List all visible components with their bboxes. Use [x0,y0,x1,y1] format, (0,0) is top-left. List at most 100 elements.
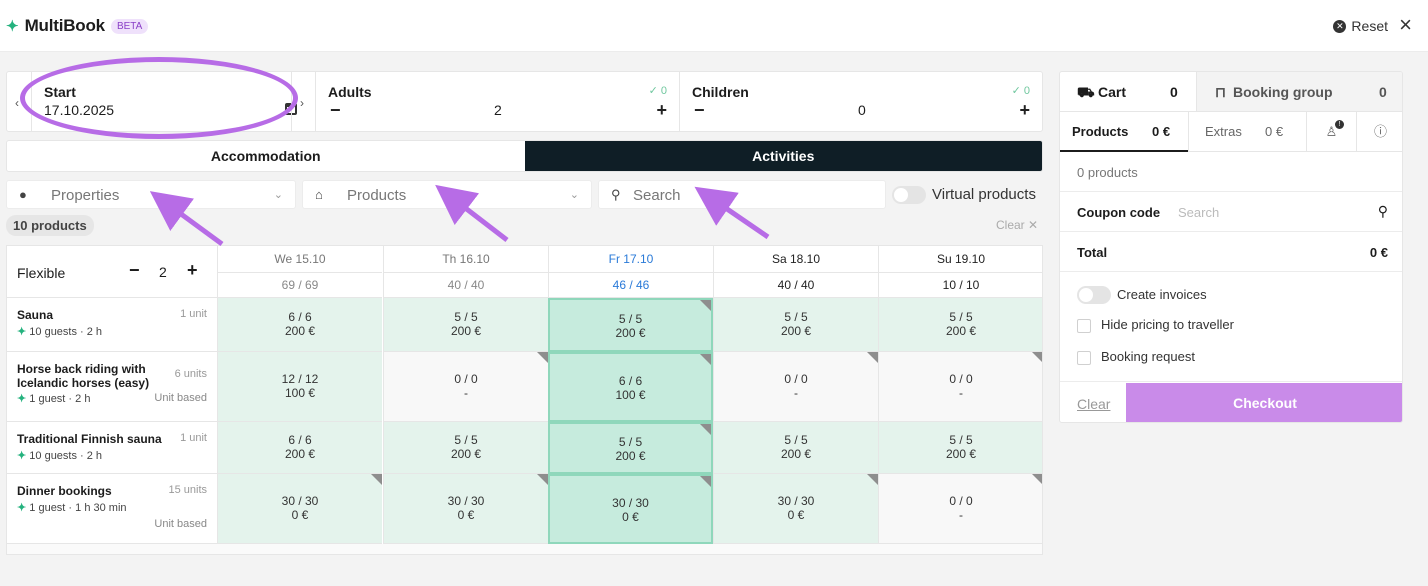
availability-cell[interactable]: 6 / 6 200 € [217,422,382,474]
day-header[interactable]: Sa 18.10 [713,246,878,273]
cell-availability: 30 / 30 [777,494,815,508]
availability-cell[interactable]: 5 / 5 200 € [383,298,548,352]
availability-cell[interactable]: 0 / 0- [383,352,548,422]
cart-panel: ⛟ Cart 0 ⊓ Booking group 0 Products 0 € … [1059,71,1403,423]
search-input[interactable]: ⚲ Search [598,180,886,209]
search-icon[interactable]: ⚲ [1378,203,1388,220]
tab-products[interactable]: Products 0 € [1060,112,1188,152]
hide-pricing-checkbox[interactable] [1077,319,1091,333]
close-icon[interactable]: × [1399,12,1412,38]
total-value: 0 € [1369,245,1388,260]
adults-value[interactable]: 2 [494,102,502,118]
corner-marker [700,354,711,365]
availability-cell[interactable]: 5 / 5 200 € [878,422,1042,474]
arrow-to-properties [149,191,224,247]
chevron-right-icon: › [300,96,304,110]
availability-cell[interactable]: 0 / 0- [878,474,1042,544]
day-header[interactable]: We 15.10 [217,246,382,273]
cell-availability: 30 / 30 [612,496,649,510]
sparkle-icon: ✦ [17,502,30,514]
tab-booking-group[interactable]: ⊓ Booking group 0 [1196,72,1402,112]
children-value[interactable]: 0 [858,102,866,118]
availability-cell[interactable]: 5 / 5 200 € [383,422,548,474]
clear-cart-link[interactable]: Clear [1077,396,1110,412]
booking-request-label: Booking request [1101,349,1195,364]
availability-cell[interactable]: 30 / 30 0 € [217,474,382,544]
checkout-button[interactable]: Checkout [1126,383,1402,422]
booking-request-checkbox[interactable] [1077,351,1091,365]
cell-price: - [464,386,468,400]
tab-extras[interactable]: Extras 0 € [1188,112,1306,152]
flexible-minus-button[interactable]: − [129,260,140,281]
booking-group-count: 0 [1379,84,1387,100]
start-date-field[interactable]: Start 17.10.2025 [31,72,297,131]
tab-travellers[interactable]: ♙ ! [1306,112,1356,152]
corner-marker [537,474,548,485]
virtual-products-toggle[interactable] [892,186,926,204]
properties-select[interactable]: ● Properties ⌄ [6,180,296,209]
coupon-row: Coupon code Search ⚲ [1060,192,1402,232]
cell-availability: 30 / 30 [447,494,485,508]
children-minus-button[interactable]: − [694,100,705,121]
availability-cell[interactable]: 30 / 30 0 € [383,474,548,544]
children-field: Children ✓ 0 − 0 + [679,72,1042,131]
availability-cell[interactable]: 30 / 30 0 € [548,474,713,544]
cell-price: 200 € [284,447,316,461]
clear-filters-link[interactable]: Clear ✕ [996,218,1038,232]
tab-accommodation[interactable]: Accommodation [7,141,525,171]
product-name: Horse back riding with Icelandic horses … [17,362,150,390]
start-date-value[interactable]: 17.10.2025 [44,102,114,118]
total-row: Total 0 € [1060,232,1402,272]
cell-price: 200 € [284,324,316,338]
availability-cell[interactable]: 5 / 5 200 € [548,422,713,474]
cell-price: 200 € [615,326,646,340]
availability-cell[interactable]: 5 / 5 200 € [878,298,1042,352]
prev-date-button[interactable]: ‹ [7,72,31,131]
availability-cell[interactable]: 0 / 0- [713,352,878,422]
coupon-input[interactable]: Search [1178,205,1219,220]
product-row-header: Dinner bookings 15 units ✦ 1 guest · 1 h 3… [7,474,217,544]
day-header[interactable]: Su 19.10 [878,246,1042,273]
next-date-button[interactable]: › [291,72,315,131]
cell-availability: 5 / 5 [454,310,478,324]
availability-cell[interactable]: 5 / 5 200 € [713,298,878,352]
products-tab-total: 0 € [1152,124,1171,139]
availability-cell[interactable]: 12 / 12 100 € [217,352,382,422]
availability-cell[interactable]: 6 / 6 100 € [548,352,713,422]
pin-icon: ● [19,187,27,202]
cell-price: 0 € [291,508,309,522]
reset-button[interactable]: ✕ Reset [1333,18,1388,34]
availability-cell[interactable]: 30 / 30 0 € [713,474,878,544]
adults-field: Adults ✓ 0 − 2 + [315,72,679,131]
tab-info[interactable]: ⓘ [1356,112,1402,152]
corner-marker [371,474,382,485]
tab-activities[interactable]: Activities [524,141,1042,171]
day-header[interactable]: Fr 17.10 [548,246,713,273]
availability-cell[interactable]: 0 / 0- [878,352,1042,422]
cell-availability: 30 / 30 [281,494,319,508]
cell-availability: 5 / 5 [618,435,643,449]
cell-price: 200 € [615,449,646,463]
create-invoices-toggle[interactable] [1077,286,1111,304]
products-select[interactable]: ⌂ Products ⌄ [302,180,592,209]
product-name: Sauna [17,308,54,322]
cart-label: Cart [1098,84,1127,100]
availability-cell[interactable]: 6 / 6 200 € [217,298,382,352]
beta-badge: BETA [110,18,149,34]
day-header[interactable]: Th 16.10 [383,246,548,273]
availability-cell[interactable]: 5 / 5 200 € [548,298,713,352]
availability-cell[interactable]: 5 / 5 200 € [713,422,878,474]
product-row-header: Traditional Finnish sauna 1 unit ✦ 10 gues… [7,422,217,474]
adults-plus-button[interactable]: + [656,100,667,121]
create-invoices-label: Create invoices [1117,287,1207,302]
start-label: Start [44,84,76,100]
cell-price: - [794,386,798,400]
cell-price: 200 € [450,324,482,338]
adults-minus-button[interactable]: − [330,100,341,121]
extras-tab-total: 0 € [1265,124,1284,139]
flexible-plus-button[interactable]: + [187,260,198,281]
children-plus-button[interactable]: + [1019,100,1030,121]
products-tab-label: Products [1072,124,1129,139]
product-meta: 10 guests · 2 h [29,326,103,338]
tab-cart[interactable]: ⛟ Cart 0 [1060,72,1196,112]
